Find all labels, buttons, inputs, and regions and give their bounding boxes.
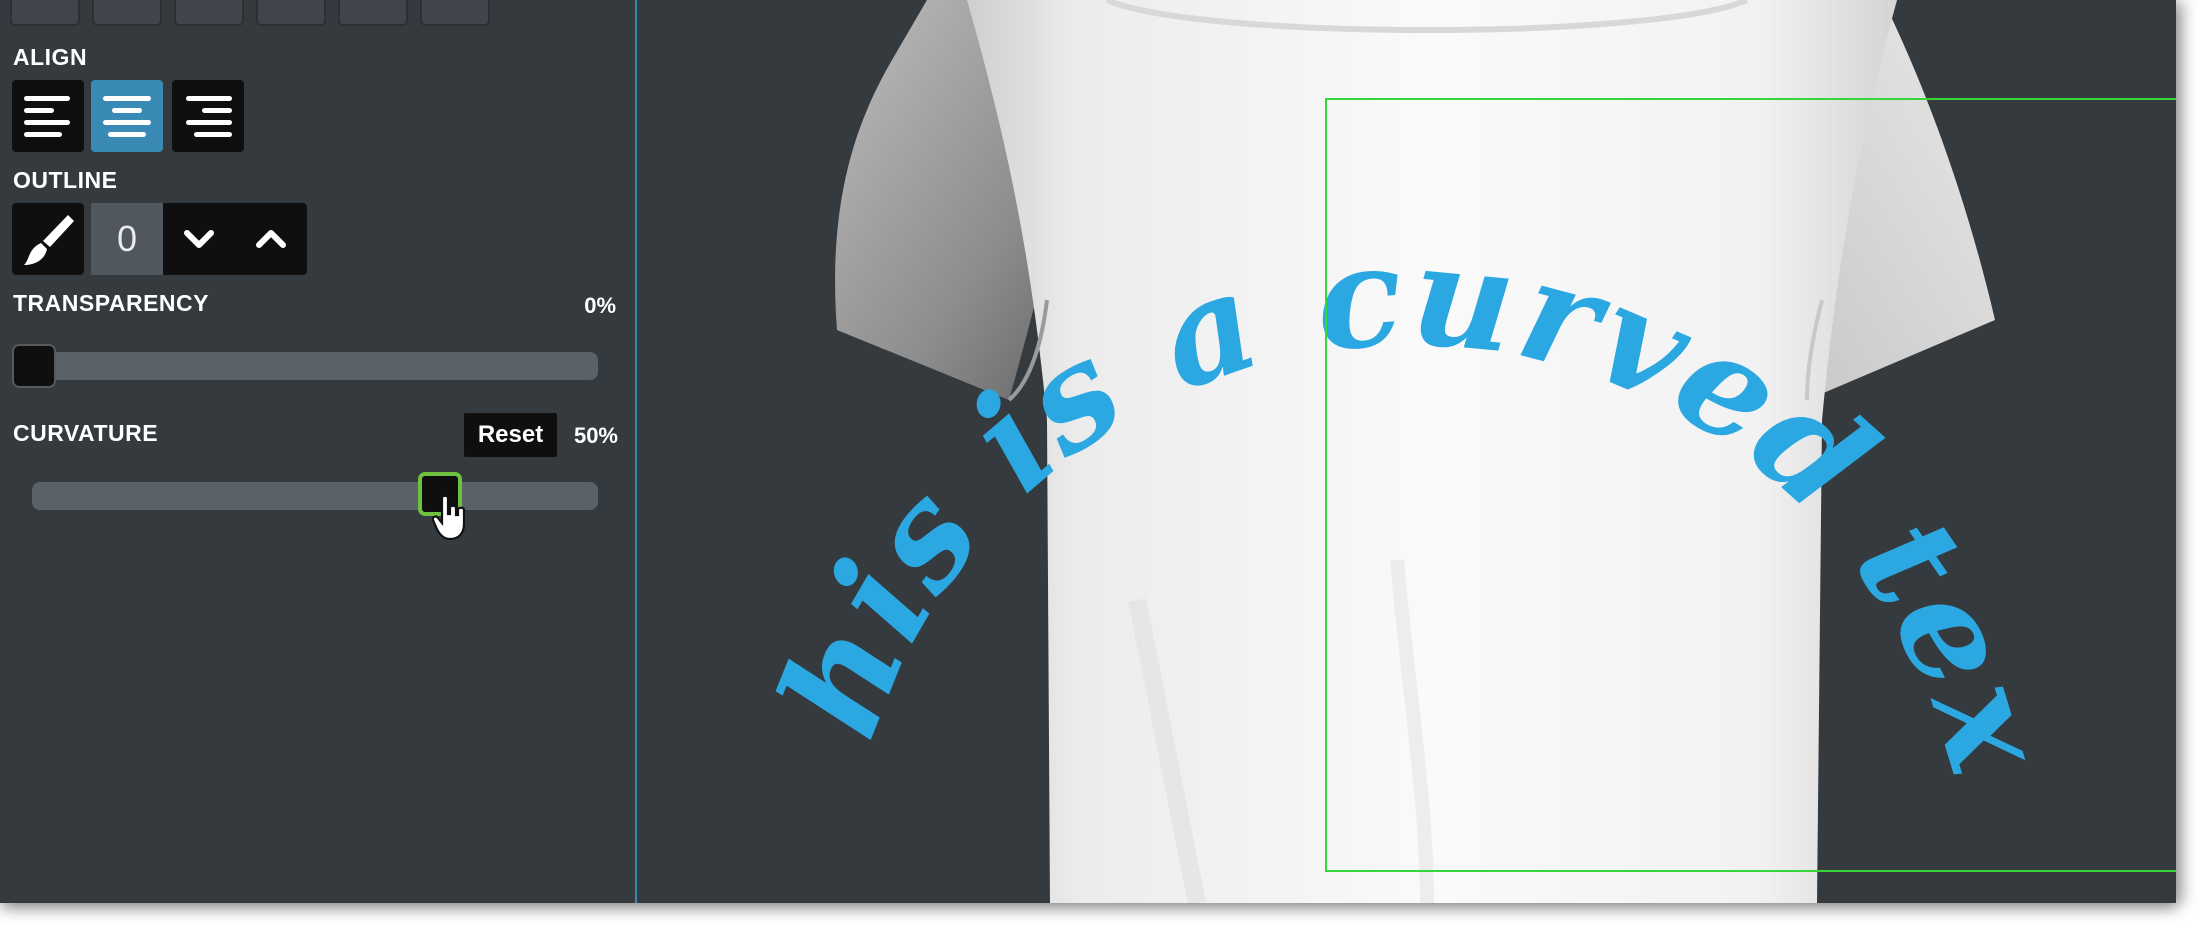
design-canvas[interactable]: This is a curved text <box>637 0 2176 903</box>
align-right-icon <box>184 94 232 138</box>
curvature-value: 50% <box>573 423 618 448</box>
designer-app: ALIGN OUTLINE 0 TRANSPARENCY 0% CURVATUR… <box>0 0 2176 903</box>
outline-increase-button[interactable] <box>235 203 307 275</box>
align-center-button[interactable] <box>91 80 163 152</box>
underline-button[interactable] <box>338 0 408 26</box>
paintbrush-icon <box>24 215 74 265</box>
text-properties-panel: ALIGN OUTLINE 0 TRANSPARENCY 0% CURVATUR… <box>0 0 636 903</box>
align-left-button[interactable] <box>12 80 84 152</box>
font-button[interactable] <box>10 0 80 26</box>
transparency-value: 0% <box>584 293 616 318</box>
align-left-icon <box>24 94 72 138</box>
align-right-button[interactable] <box>172 80 244 152</box>
bold-button[interactable] <box>174 0 244 26</box>
italic-button[interactable] <box>256 0 326 26</box>
color-button[interactable] <box>92 0 162 26</box>
transparency-label: TRANSPARENCY <box>13 290 209 316</box>
align-label: ALIGN <box>13 44 88 70</box>
curvature-reset-button[interactable]: Reset <box>464 413 557 457</box>
more-button[interactable] <box>420 0 490 26</box>
align-center-icon <box>103 94 151 138</box>
hand-cursor-icon <box>432 494 466 541</box>
curvature-slider[interactable] <box>32 482 598 510</box>
transparency-slider[interactable] <box>12 352 598 380</box>
outline-color-button[interactable] <box>12 203 84 275</box>
curved-text[interactable]: This is a curved text <box>637 0 2081 793</box>
outline-label: OUTLINE <box>13 167 118 193</box>
outline-width-value[interactable]: 0 <box>91 203 163 275</box>
chevron-down-icon <box>184 230 214 248</box>
transparency-slider-thumb[interactable] <box>12 344 56 388</box>
curved-text-layer[interactable]: This is a curved text <box>637 0 2176 903</box>
outline-decrease-button[interactable] <box>163 203 235 275</box>
chevron-up-icon <box>256 230 286 248</box>
curvature-label: CURVATURE <box>13 420 159 446</box>
